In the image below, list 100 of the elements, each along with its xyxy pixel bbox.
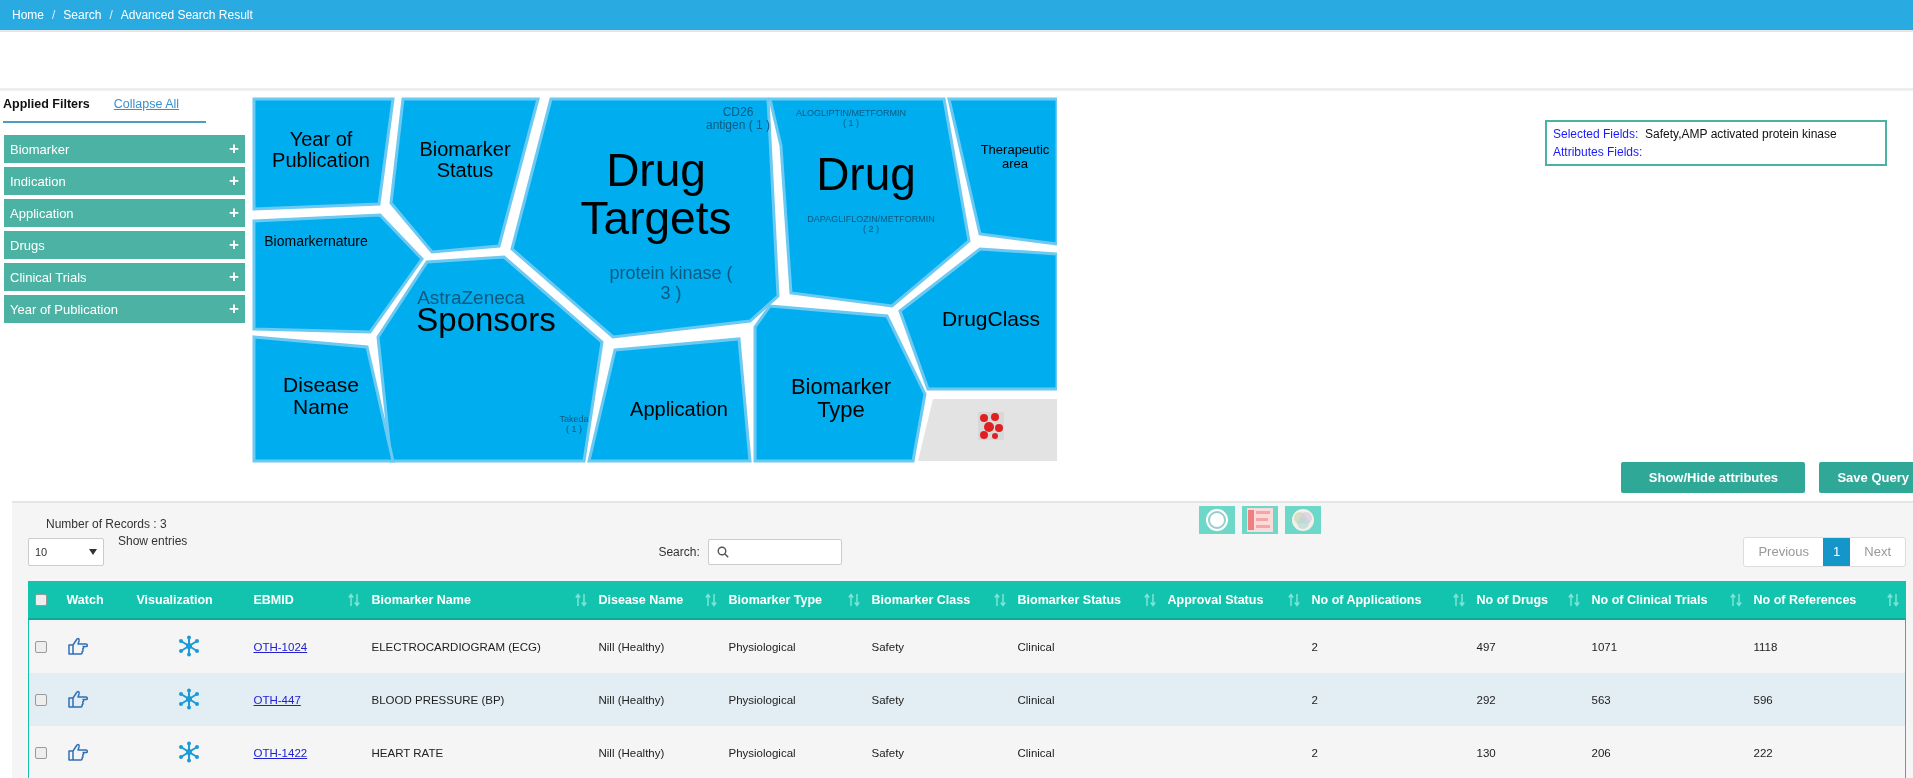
column-header[interactable]: Biomarker Name [365,581,593,619]
ebmid-link[interactable]: OTH-1422 [253,746,308,759]
network-icon[interactable] [178,740,200,763]
treemap-cell[interactable] [947,97,1057,246]
table-cell: Nill (Healthy) [598,746,665,759]
treemap-sublabel: ALOGLIPTIN/METFORMIN ( 1 ) [796,108,906,128]
table-cell: 563 [1591,693,1611,706]
column-header[interactable]: Visualization [130,581,248,619]
treemap-sublabel: DAPAGLIFLOZIN/METFORMIN ( 2 ) [807,214,935,234]
treemap-label: Biomarker Type [790,374,892,423]
network-icon[interactable] [178,687,200,710]
search-icon [716,546,729,558]
column-header[interactable]: Approval Status [1161,581,1306,619]
table-cell: Clinical [1017,693,1055,706]
filter-item[interactable]: Clinical Trials + [4,263,245,291]
next-page-button[interactable]: Next [1850,538,1905,566]
filter-item[interactable]: Application + [4,199,245,227]
table-cell: 1071 [1591,640,1618,653]
search-label: Search: [658,545,700,559]
treemap-cell[interactable] [389,97,540,254]
table-cell: Nill (Healthy) [598,640,665,653]
filter-item[interactable]: Year of Publication + [4,295,245,323]
treemap-label: DrugClass [942,307,1040,330]
treemap-cell[interactable] [252,97,395,211]
collapse-all-link[interactable]: Collapse All [113,97,180,111]
table-cell: 2 [1311,640,1318,653]
venn-diagram-icon [1290,507,1316,533]
treemap-label: Disease Name [283,373,359,419]
treemap-cell[interactable] [587,337,752,463]
table-cell: 292 [1476,693,1496,706]
column-header[interactable]: Biomarker Status [1011,581,1162,619]
filters-title: Applied Filters [3,97,90,111]
treemap-label: Drug [816,148,916,200]
thumbs-up-icon[interactable] [66,636,89,655]
treemap-cell[interactable] [252,335,395,463]
table-cell: 130 [1476,746,1496,759]
breadcrumb-link[interactable]: Home [12,8,44,22]
search-field[interactable] [707,539,842,565]
breadcrumb-separator: / [52,8,56,22]
network-icon[interactable] [178,634,200,657]
table-cell: 222 [1753,746,1773,759]
treemap-label: Drug Targets [580,144,732,245]
breadcrumb-separator: / [109,8,113,22]
row-checkbox[interactable] [35,747,47,759]
row-checkbox[interactable] [35,641,47,653]
heatmap-icon [1246,507,1274,533]
table-cell: Physiological [728,693,796,706]
previous-page-button[interactable]: Previous [1744,538,1824,566]
treemap-sublabel: CD26 antigen ( 1 ) [706,105,770,133]
ebmid-link[interactable]: OTH-447 [253,693,301,706]
table-cell: 497 [1476,640,1496,653]
column-header[interactable]: No of Clinical Trials [1585,581,1748,619]
filter-item[interactable]: Drugs + [4,231,245,259]
page-size-select[interactable]: 10 [28,538,104,566]
table-cell: ELECTROCARDIOGRAM (ECG) [371,640,541,653]
record-count: Number of Records : 3 [46,517,167,531]
table-cell: 2 [1311,746,1318,759]
breadcrumb-link[interactable]: Search [63,8,102,22]
treemap-sublabel: protein kinase ( 3 ) [609,263,733,303]
column-header[interactable]: No of References [1747,581,1906,619]
treemap-cell[interactable] [898,247,1057,391]
table-cell: 1118 [1753,640,1778,653]
select-all-checkbox[interactable] [35,594,47,607]
selected-fields-text: Selected Fields: Safety,AMP activated protein kinase [1553,126,1838,143]
table-cell: 2 [1311,693,1318,706]
action-button[interactable]: Show/Hide attributes [1621,462,1806,493]
column-header[interactable]: Watch [60,581,131,619]
column-header[interactable]: Disease Name [592,581,723,619]
treemap-label: Therapeutic area [980,142,1050,171]
table-cell: Nill (Healthy) [598,693,665,706]
filter-item[interactable]: Indication + [4,167,245,195]
show-entries-label: Show entries [118,534,188,548]
table-cell: Safety [871,746,905,759]
table-cell: Physiological [728,746,796,759]
table-cell: Physiological [728,640,796,653]
thumbs-up-icon[interactable] [66,689,89,708]
attributes-fields-label: Attributes Fields: [1553,144,1644,161]
treemap-label: Biomarkernature [264,233,368,249]
ebmid-link[interactable]: OTH-1024 [253,640,308,653]
table-cell: Clinical [1017,746,1055,759]
ring-chart-icon [1204,507,1230,533]
column-header[interactable]: No of Drugs [1470,581,1586,619]
breadcrumb-link[interactable]: Advanced Search Result [120,8,253,22]
row-checkbox[interactable] [35,694,47,706]
table-cell: 206 [1591,746,1611,759]
table-cell: BLOOD PRESSURE (BP) [371,693,505,706]
filter-item[interactable]: Biomarker + [4,135,245,163]
column-header[interactable]: Biomarker Class [865,581,1012,619]
thumbs-up-icon[interactable] [66,742,89,761]
column-header[interactable]: EBMID [247,581,366,619]
column-header[interactable]: Biomarker Type [722,581,866,619]
page-number-button[interactable]: 1 [1823,538,1851,566]
table-cell: HEART RATE [371,746,444,759]
treemap-label: Biomarker Status [419,138,511,181]
treemap-cell[interactable] [753,304,927,463]
table-cell: Safety [871,640,905,653]
column-header[interactable]: No of Applications [1305,581,1471,619]
treemap-sublabel: Takeda ( 1 ) [559,414,589,434]
action-button[interactable]: Save Query [1819,462,1913,493]
treemap-label: Application [630,398,728,420]
